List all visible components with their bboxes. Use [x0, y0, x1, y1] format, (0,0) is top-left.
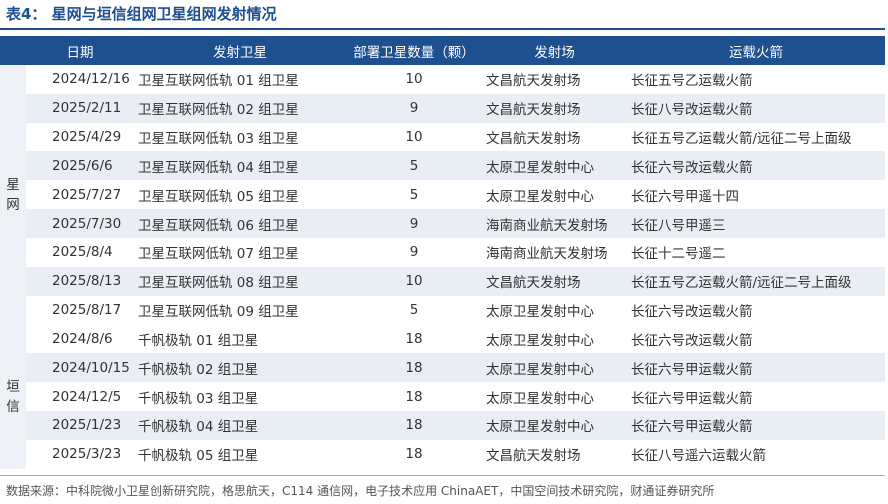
cell-date: 2025/7/27 — [52, 186, 122, 203]
cell-satellite: 卫星互联网低轨 01 组卫星 — [138, 73, 299, 90]
cell-count: 9 — [409, 244, 419, 261]
table-row: 2025/1/23 千帆极轨 04 组卫星 18 太原卫星发射中心 长征六号甲运载火箭 — [0, 410, 885, 440]
cell-rocket: 长征八号遥六运载火箭 — [631, 448, 766, 465]
header-date: 日期 — [26, 36, 134, 65]
cell-site: 文昌航天发射场 — [482, 93, 627, 123]
cell-rocket: 长征六号甲运载火箭 — [631, 390, 753, 407]
cell-rocket: 长征六号改运载火箭 — [631, 304, 753, 321]
table-row: 2025/6/6 卫星互联网低轨 04 组卫星 5 太原卫星发射中心 长征六号改运载火箭 — [0, 151, 885, 181]
cell-rocket: 长征六号改运载火箭 — [631, 332, 753, 349]
cell-site: 太原卫星发射中心 — [482, 151, 627, 181]
cell-count: 18 — [346, 353, 482, 383]
cell-rocket: 长征八号甲遥三 — [627, 209, 885, 238]
cell-count: 9 — [346, 93, 482, 123]
table-row: 2025/4/29 卫星互联网低轨 03 组卫星 10 文昌航天发射场 长征五号乙运载火… — [0, 123, 885, 152]
table-header-row: 日期 发射卫星 部署卫星数量（颗） 发射场 运载火箭 — [0, 36, 885, 65]
cell-date: 2025/8/13 — [26, 266, 134, 296]
cell-rocket: 长征五号乙运载火箭/远征二号上面级 — [631, 131, 852, 148]
cell-site: 太原卫星发射中心 — [486, 332, 594, 349]
cell-date: 2024/10/15 — [26, 353, 134, 383]
group-label: 星网 — [0, 65, 26, 325]
table-row: 2025/2/11 卫星互联网低轨 02 组卫星 9 文昌航天发射场 长征八号改运载火箭 — [0, 93, 885, 123]
cell-date: 2025/8/17 — [52, 302, 122, 319]
cell-satellite: 卫星互联网低轨 06 组卫星 — [134, 209, 346, 238]
cell-rocket: 长征六号甲遥十四 — [631, 188, 739, 205]
cell-site: 文昌航天发射场 — [486, 131, 581, 148]
cell-date: 2025/1/23 — [26, 410, 134, 440]
table-row: 垣信 2024/8/6 千帆极轨 01 组卫星 18 太原卫星发射中心 长征六号改运载火箭 — [0, 324, 885, 469]
table-row: 2025/8/4 卫星互联网低轨 07 组卫星 9 海南商业航天发射场 长征十二号遥二 — [0, 238, 885, 267]
table-row: 2024/10/15 千帆极轨 02 组卫星 18 太原卫星发射中心 长征六号甲运载火箭 — [0, 353, 885, 383]
cell-rocket: 长征五号乙运载火箭/远征二号上面级 — [627, 266, 885, 296]
cell-date: 2024/12/16 — [52, 71, 130, 88]
cell-rocket: 长征十二号遥二 — [631, 246, 726, 263]
cell-satellite: 千帆极轨 05 组卫星 — [138, 448, 259, 465]
header-site: 发射场 — [482, 36, 627, 65]
cell-rocket: 长征六号改运载火箭 — [627, 151, 885, 181]
cell-count: 5 — [409, 186, 419, 203]
cell-satellite: 卫星互联网低轨 04 组卫星 — [134, 151, 346, 181]
cell-satellite: 千帆极轨 02 组卫星 — [134, 353, 346, 383]
table-row: 2025/7/30 卫星互联网低轨 06 组卫星 9 海南商业航天发射场 长征八号甲遥三 — [0, 209, 885, 238]
cell-site: 海南商业航天发射场 — [482, 209, 627, 238]
cell-date: 2024/12/5 — [52, 388, 122, 405]
cell-satellite: 千帆极轨 01 组卫星 — [138, 332, 259, 349]
cell-count: 18 — [346, 410, 482, 440]
cell-site: 文昌航天发射场 — [486, 448, 581, 465]
cell-rocket: 长征六号甲运载火箭 — [627, 410, 885, 440]
cell-count: 5 — [346, 151, 482, 181]
table-row: 2025/7/27 卫星互联网低轨 05 组卫星 5 太原卫星发射中心 长征六号甲遥十四 — [0, 180, 885, 209]
source-note: 数据来源：中科院微小卫星创新研究院，格思航天，C114 通信网，电子技术应用 C… — [6, 484, 715, 498]
cell-site: 太原卫星发射中心 — [486, 188, 594, 205]
cell-count: 5 — [409, 302, 419, 319]
cell-count: 10 — [346, 266, 482, 296]
cell-site: 文昌航天发射场 — [486, 73, 581, 90]
cell-rocket: 长征六号甲运载火箭 — [627, 353, 885, 383]
cell-site: 太原卫星发射中心 — [486, 304, 594, 321]
cell-count: 18 — [405, 388, 423, 405]
cell-count: 9 — [346, 209, 482, 238]
cell-satellite: 卫星互联网低轨 09 组卫星 — [138, 304, 299, 321]
header-rocket: 运载火箭 — [627, 36, 885, 65]
cell-satellite: 卫星互联网低轨 08 组卫星 — [134, 266, 346, 296]
cell-satellite: 卫星互联网低轨 05 组卫星 — [138, 188, 299, 205]
header-satellite: 发射卫星 — [134, 36, 346, 65]
table-row: 2025/8/17 卫星互联网低轨 09 组卫星 5 太原卫星发射中心 长征六号改运载火… — [0, 296, 885, 325]
header-count: 部署卫星数量（颗） — [346, 36, 482, 65]
header-group — [0, 36, 26, 65]
cell-satellite: 千帆极轨 04 组卫星 — [134, 410, 346, 440]
cell-site: 太原卫星发射中心 — [482, 410, 627, 440]
cell-satellite: 卫星互联网低轨 02 组卫星 — [134, 93, 346, 123]
cell-satellite: 卫星互联网低轨 03 组卫星 — [138, 131, 299, 148]
cell-site: 太原卫星发射中心 — [482, 353, 627, 383]
launch-table: 日期 发射卫星 部署卫星数量（颗） 发射场 运载火箭 星网 2024/12/16 卫… — [0, 36, 885, 469]
cell-rocket: 长征五号乙运载火箭 — [631, 73, 753, 90]
table-bottom-rule — [0, 475, 885, 476]
cell-satellite: 千帆极轨 03 组卫星 — [138, 390, 259, 407]
cell-count: 10 — [405, 129, 423, 146]
table-row: 2025/8/13 卫星互联网低轨 08 组卫星 10 文昌航天发射场 长征五号乙运载火… — [0, 266, 885, 296]
cell-count: 18 — [405, 330, 423, 347]
table-row: 星网 2024/12/16 卫星互联网低轨 01 组卫星 10 文昌航天发射场 长征五号乙… — [0, 65, 885, 325]
cell-date: 2025/6/6 — [26, 151, 134, 181]
cell-date: 2025/3/23 — [52, 446, 122, 463]
cell-site: 太原卫星发射中心 — [486, 390, 594, 407]
cell-date: 2024/8/6 — [52, 330, 113, 347]
table-row: 2024/12/5 千帆极轨 03 组卫星 18 太原卫星发射中心 长征六号甲运载火箭 — [0, 382, 885, 411]
group-label: 垣信 — [0, 324, 26, 469]
table-body: 星网 2024/12/16 卫星互联网低轨 01 组卫星 10 文昌航天发射场 长征五号乙… — [0, 65, 885, 469]
cell-site: 文昌航天发射场 — [482, 266, 627, 296]
cell-count: 18 — [405, 446, 423, 463]
table-row: 2025/3/23 千帆极轨 05 组卫星 18 文昌航天发射场 长征八号遥六运载火箭 — [0, 440, 885, 469]
cell-satellite: 卫星互联网低轨 07 组卫星 — [138, 246, 299, 263]
cell-date: 2025/7/30 — [26, 209, 134, 238]
cell-date: 2025/4/29 — [52, 129, 122, 146]
cell-date: 2025/8/4 — [52, 244, 113, 261]
cell-date: 2025/2/11 — [26, 93, 134, 123]
table-title: 表4： 星网与垣信组网卫星组网发射情况 — [6, 5, 277, 23]
cell-count: 10 — [405, 71, 423, 88]
cell-site: 海南商业航天发射场 — [486, 246, 608, 263]
cell-rocket: 长征八号改运载火箭 — [627, 93, 885, 123]
title-divider — [0, 28, 885, 30]
